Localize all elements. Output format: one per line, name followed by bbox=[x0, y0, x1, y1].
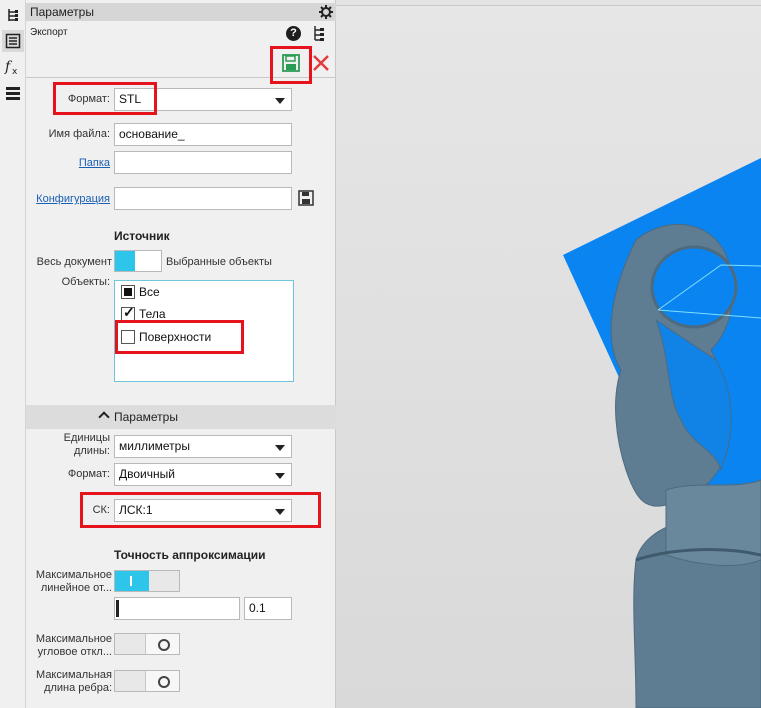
highlight-cs bbox=[80, 492, 321, 528]
angular-deviation-label: Максимальное угловое откл... bbox=[35, 633, 112, 658]
units-value: миллиметры bbox=[119, 439, 190, 453]
panel-header: Параметры bbox=[26, 3, 336, 21]
model-viewport[interactable] bbox=[336, 0, 761, 708]
parameters-section-label: Параметры bbox=[114, 410, 178, 424]
checkbox-partial[interactable] bbox=[121, 285, 135, 299]
panel-title: Параметры bbox=[30, 5, 94, 19]
variables-fx-icon[interactable]: fx bbox=[2, 56, 24, 78]
list-item-label: Тела bbox=[139, 307, 166, 321]
switch-knob bbox=[145, 634, 179, 654]
configuration-link[interactable]: Конфигурация bbox=[30, 193, 110, 205]
units-label: Единицы длины: bbox=[63, 432, 110, 457]
save-configuration-icon[interactable] bbox=[298, 190, 314, 206]
edge-length-switch[interactable] bbox=[114, 670, 180, 692]
help-icon[interactable]: ? bbox=[286, 26, 301, 41]
checkbox-checked[interactable] bbox=[121, 304, 135, 321]
slider-thumb[interactable] bbox=[116, 600, 119, 617]
source-heading: Источник bbox=[114, 229, 170, 243]
linear-deviation-switch[interactable] bbox=[114, 570, 180, 592]
folder-input[interactable] bbox=[114, 151, 292, 174]
properties-icon[interactable] bbox=[2, 30, 24, 52]
3d-model-view bbox=[563, 158, 761, 708]
viewport-top-strip bbox=[336, 0, 761, 6]
source-toggle[interactable] bbox=[114, 250, 162, 272]
layers-icon[interactable] bbox=[2, 82, 24, 104]
linear-deviation-slider[interactable] bbox=[114, 597, 240, 620]
accuracy-heading: Точность аппроксимации bbox=[114, 548, 266, 562]
linear-deviation-input[interactable]: 0.1 bbox=[244, 597, 292, 620]
highlight-surfaces bbox=[115, 320, 244, 354]
chevron-down-icon bbox=[275, 445, 285, 451]
chevron-down-icon bbox=[275, 473, 285, 479]
chevron-up-icon bbox=[98, 411, 110, 423]
objects-label: Объекты: bbox=[61, 276, 110, 288]
tree-icon[interactable] bbox=[2, 4, 24, 26]
filename-input[interactable]: основание_ bbox=[114, 123, 292, 146]
angular-deviation-switch[interactable] bbox=[114, 633, 180, 655]
svg-text:x: x bbox=[12, 67, 18, 76]
list-item-label: Все bbox=[139, 285, 160, 299]
toggle-knob bbox=[115, 251, 135, 271]
chevron-down-icon bbox=[275, 98, 285, 104]
gear-icon[interactable] bbox=[318, 3, 334, 21]
highlight-save bbox=[270, 46, 312, 84]
whole-document-label: Весь документ bbox=[36, 256, 112, 268]
binary-format-value: Двоичный bbox=[119, 467, 175, 481]
switch-knob bbox=[115, 571, 149, 591]
binary-format-label: Формат: bbox=[67, 468, 110, 480]
binary-format-select[interactable]: Двоичный bbox=[114, 463, 292, 486]
edge-length-label: Максимальная длина ребра: bbox=[36, 669, 112, 694]
units-select[interactable]: миллиметры bbox=[114, 435, 292, 458]
selected-objects-label: Выбранные объекты bbox=[166, 256, 272, 268]
tree-view-icon[interactable] bbox=[312, 25, 326, 42]
list-item-all[interactable]: Все bbox=[121, 283, 160, 301]
close-icon[interactable] bbox=[310, 52, 332, 74]
configuration-input[interactable] bbox=[114, 187, 292, 210]
switch-knob bbox=[145, 671, 179, 691]
folder-link[interactable]: Папка bbox=[30, 157, 110, 169]
left-toolbar: fx bbox=[0, 0, 26, 708]
filename-label: Имя файла: bbox=[48, 128, 110, 140]
parameters-section-toggle[interactable]: Параметры bbox=[26, 405, 336, 429]
linear-deviation-label: Максимальное линейное от... bbox=[35, 569, 112, 594]
panel-subtitle: Экспорт bbox=[30, 27, 68, 38]
highlight-format bbox=[53, 82, 157, 115]
